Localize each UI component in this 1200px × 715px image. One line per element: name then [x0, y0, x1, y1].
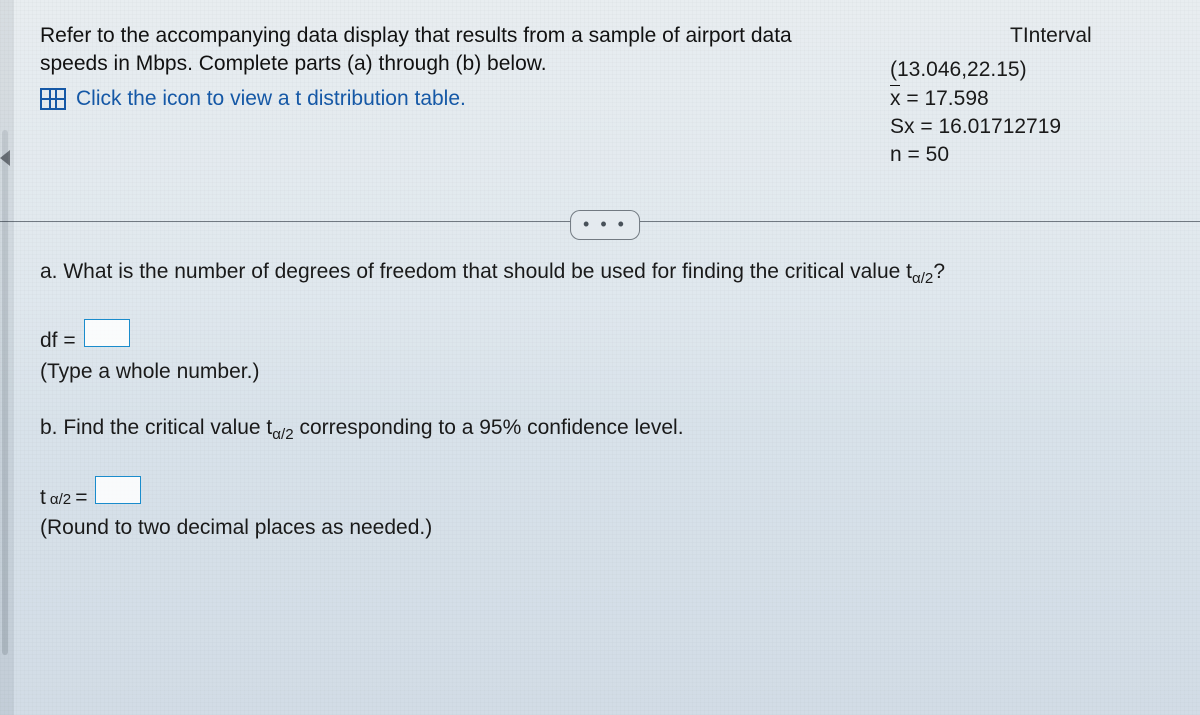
question-b-post: corresponding to a 95% confidence level. — [294, 416, 684, 439]
xbar-symbol: x — [890, 85, 901, 110]
t-answer-row: tα/2 = — [40, 476, 1170, 512]
calc-title: TInterval — [1010, 22, 1170, 50]
calc-sx-row: Sx = 16.01712719 — [890, 113, 1170, 141]
df-input[interactable] — [84, 319, 130, 347]
n-label: n — [890, 143, 902, 166]
calc-xbar-row: x = 17.598 — [890, 85, 1170, 113]
question-b: b. Find the critical value tα/2 correspo… — [40, 414, 1170, 446]
t-label-pre: t — [40, 484, 46, 512]
equals: = — [908, 143, 926, 166]
equals: = — [906, 87, 924, 110]
question-panel: Refer to the accompanying data display t… — [0, 0, 1200, 715]
question-a-pre: a. What is the number of degrees of free… — [40, 260, 912, 283]
prompt-text: Refer to the accompanying data display t… — [40, 22, 800, 113]
top-section: Refer to the accompanying data display t… — [40, 22, 1170, 170]
question-b-sub: α/2 — [272, 426, 293, 443]
question-a-sub: α/2 — [912, 270, 933, 287]
expand-toggle[interactable]: • • • — [570, 210, 640, 240]
df-label: df = — [40, 327, 76, 355]
prompt-line-1: Refer to the accompanying data display t… — [40, 22, 800, 50]
question-a-post: ? — [933, 260, 945, 283]
calc-n-row: n = 50 — [890, 141, 1170, 169]
calculator-output: TInterval (13.046,22.15) x = 17.598 Sx =… — [890, 22, 1170, 170]
question-b-pre: b. Find the critical value t — [40, 416, 272, 439]
n-value: 50 — [926, 143, 949, 166]
section-divider: • • • — [40, 210, 1170, 234]
xbar-value: 17.598 — [924, 87, 988, 110]
df-answer-row: df = — [40, 319, 1170, 355]
equals: = — [920, 115, 938, 138]
t-label-post: = — [75, 484, 87, 512]
sx-label: Sx — [890, 115, 915, 138]
questions: a. What is the number of degrees of free… — [40, 258, 1170, 543]
question-a: a. What is the number of degrees of free… — [40, 258, 1170, 290]
df-hint: (Type a whole number.) — [40, 358, 1170, 386]
calc-interval: (13.046,22.15) — [890, 56, 1170, 84]
table-icon — [40, 88, 66, 110]
t-table-link-text: Click the icon to view a t distribution … — [76, 85, 466, 113]
t-label-sub: α/2 — [50, 490, 71, 510]
t-input[interactable] — [95, 476, 141, 504]
t-table-link-row[interactable]: Click the icon to view a t distribution … — [40, 85, 800, 113]
sx-value: 16.01712719 — [938, 115, 1061, 138]
prompt-line-2: speeds in Mbps. Complete parts (a) throu… — [40, 50, 800, 78]
t-hint: (Round to two decimal places as needed.) — [40, 514, 1170, 542]
